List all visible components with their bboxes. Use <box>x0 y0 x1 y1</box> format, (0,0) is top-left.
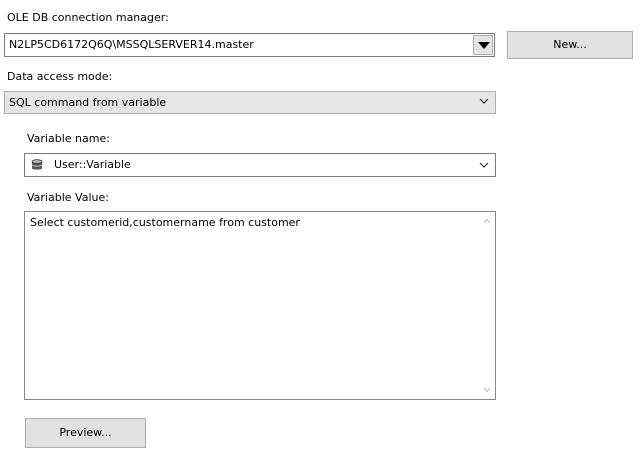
data-access-mode-label: Data access mode: <box>7 70 113 83</box>
new-connection-button[interactable]: New... <box>507 31 633 59</box>
connection-manager-label: OLE DB connection manager: <box>7 11 169 24</box>
connection-manager-value: N2LP5CD6172Q6Q\MSSQLSERVER14.master <box>9 38 254 51</box>
connection-dropdown-button[interactable] <box>473 35 493 55</box>
scroll-down-arrow-icon[interactable] <box>483 387 491 393</box>
data-access-mode-value: SQL command from variable <box>9 96 167 109</box>
variable-cylinder-icon <box>31 159 43 170</box>
vertical-scrollbar[interactable] <box>479 212 495 399</box>
chevron-down-icon <box>479 162 489 168</box>
variable-value-text: Select customerid,customername from cust… <box>30 216 300 229</box>
chevron-down-icon <box>479 98 489 104</box>
dropdown-arrow-icon <box>478 42 490 49</box>
preview-button[interactable]: Preview... <box>25 418 146 448</box>
variable-value-label: Variable Value: <box>27 191 109 204</box>
variable-name-label: Variable name: <box>27 132 110 145</box>
variable-value-textarea[interactable]: Select customerid,customername from cust… <box>24 211 496 400</box>
scroll-up-arrow-icon[interactable] <box>483 218 491 224</box>
variable-name-value: User::Variable <box>54 158 131 171</box>
variable-name-select[interactable]: User::Variable <box>24 153 496 177</box>
data-access-mode-select[interactable]: SQL command from variable <box>4 91 496 114</box>
connection-manager-combo[interactable]: N2LP5CD6172Q6Q\MSSQLSERVER14.master <box>4 33 495 57</box>
